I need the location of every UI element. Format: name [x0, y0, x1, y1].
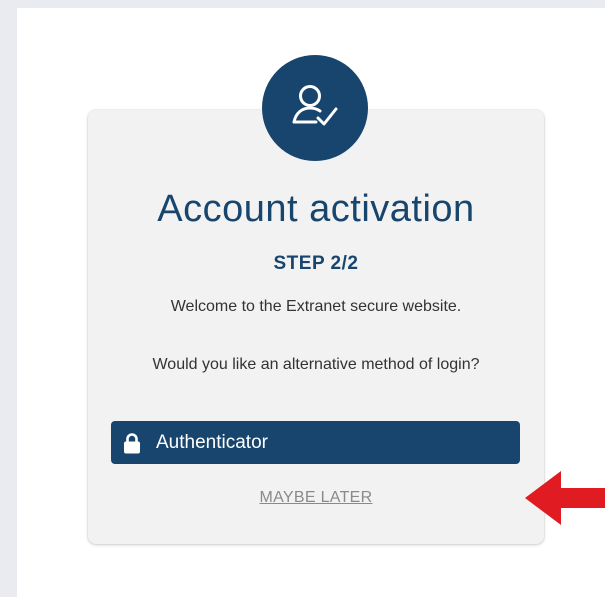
step-indicator: STEP 2/2 [273, 253, 359, 274]
maybe-later-link[interactable]: MAYBE LATER [88, 489, 544, 507]
authenticator-label: Authenticator [156, 431, 268, 453]
lock-icon [123, 432, 141, 454]
page-title: Account activation [157, 188, 475, 230]
login-question: Would you like an alternative method of … [152, 356, 480, 373]
welcome-text: Welcome to the Extranet secure website. [170, 298, 462, 315]
authenticator-button[interactable]: Authenticator [111, 421, 520, 464]
activation-card [88, 110, 544, 544]
user-check-icon [262, 55, 368, 161]
red-arrow-left-icon [525, 471, 605, 525]
